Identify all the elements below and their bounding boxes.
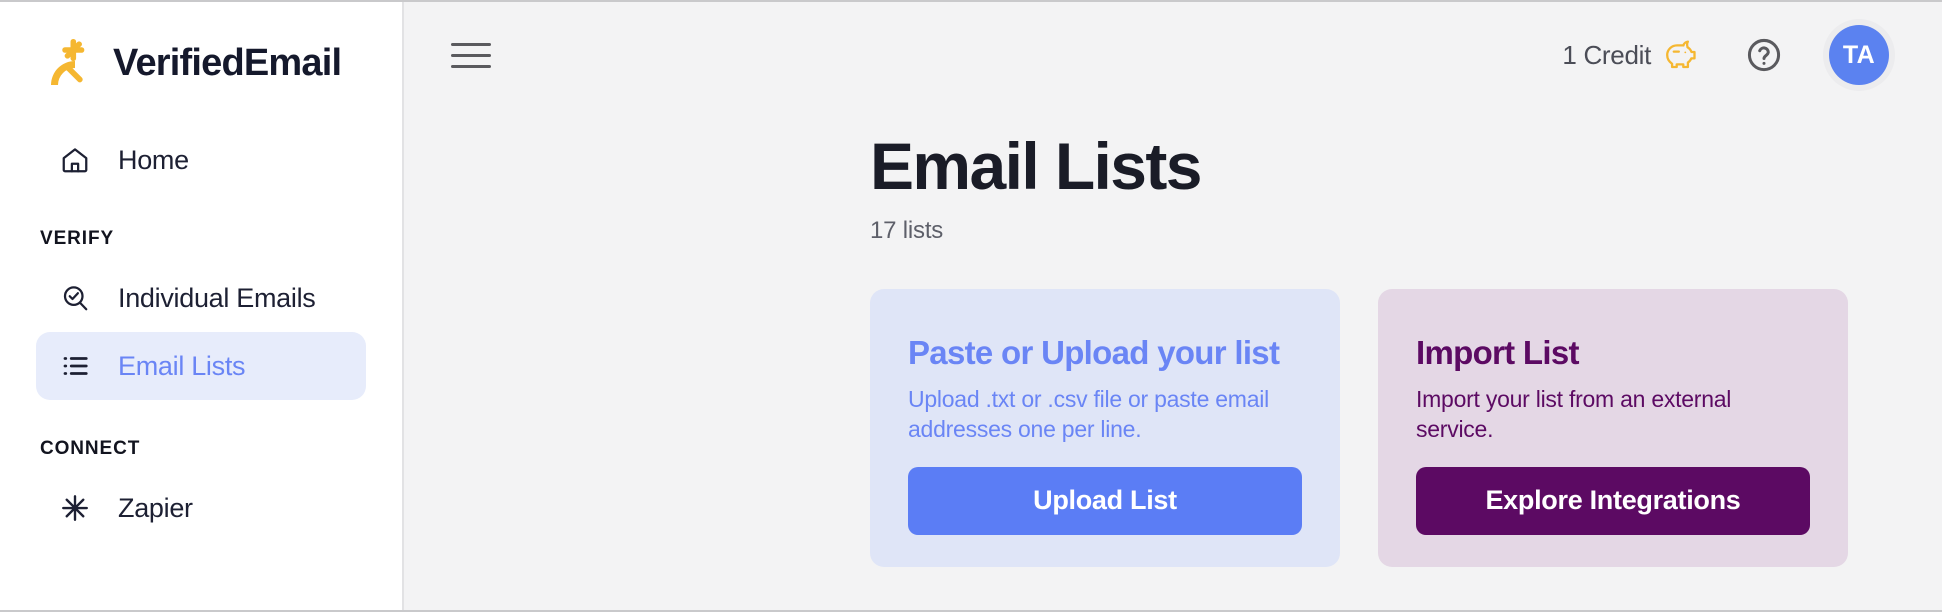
sidebar-item-zapier[interactable]: Zapier [36, 474, 366, 542]
sidebar-item-individual-emails[interactable]: Individual Emails [36, 264, 366, 332]
app-window: VerifiedEmail Home VERIFY Individual Ema… [0, 0, 1942, 612]
hamburger-bar [451, 53, 491, 57]
brand-logo[interactable]: VerifiedEmail [0, 2, 402, 98]
sidebar-section-verify: VERIFY [40, 228, 115, 249]
sidebar: VerifiedEmail Home VERIFY Individual Ema… [0, 2, 404, 610]
action-cards: Paste or Upload your list Upload .txt or… [404, 245, 1942, 568]
sidebar-item-label: Email Lists [118, 350, 246, 381]
topbar-actions: 1 Credit TA [1562, 19, 1895, 91]
piggy-bank-icon [1663, 39, 1699, 71]
zapier-asterisk-icon [58, 491, 92, 525]
card-import-list[interactable]: Import List Import your list from an ext… [1378, 289, 1848, 568]
main-content: 1 Credit TA Email Lists 17 lists Paste o… [404, 2, 1942, 610]
page-title: Email Lists [870, 129, 1202, 203]
sidebar-item-label: Individual Emails [118, 282, 316, 313]
user-avatar-button[interactable]: TA [1823, 19, 1895, 91]
upload-list-button[interactable]: Upload List [908, 466, 1302, 535]
hamburger-bar [451, 64, 491, 68]
list-icon [58, 349, 92, 383]
credits-label: 1 Credit [1562, 39, 1651, 70]
page-header: Email Lists 17 lists [404, 108, 1942, 245]
sidebar-item-home[interactable]: Home [36, 126, 366, 194]
help-circle-icon[interactable] [1745, 36, 1783, 74]
card-title: Paste or Upload your list [908, 334, 1280, 372]
card-paste-upload[interactable]: Paste or Upload your list Upload .txt or… [870, 289, 1340, 568]
card-description: Import your list from an external servic… [1416, 385, 1732, 443]
home-icon [58, 143, 92, 177]
search-check-icon [58, 281, 92, 315]
starburst-icon [47, 37, 99, 89]
hamburger-menu-icon[interactable] [448, 32, 494, 78]
sidebar-item-email-lists[interactable]: Email Lists [36, 332, 366, 400]
avatar: TA [1829, 25, 1889, 85]
card-title: Import List [1416, 334, 1579, 372]
credits-indicator[interactable]: 1 Credit [1562, 39, 1699, 71]
brand-name: VerifiedEmail [113, 41, 342, 84]
page-subtitle: 17 lists [870, 217, 944, 245]
sidebar-item-label: Zapier [118, 492, 193, 523]
top-bar: 1 Credit TA [404, 2, 1942, 108]
sidebar-section-connect: CONNECT [40, 438, 141, 459]
explore-integrations-button[interactable]: Explore Integrations [1416, 466, 1810, 535]
hamburger-bar [451, 42, 491, 46]
sidebar-item-label: Home [118, 144, 189, 175]
card-description: Upload .txt or .csv file or paste email … [908, 385, 1269, 443]
sidebar-nav: Home VERIFY Individual Emails Email List… [0, 98, 402, 542]
